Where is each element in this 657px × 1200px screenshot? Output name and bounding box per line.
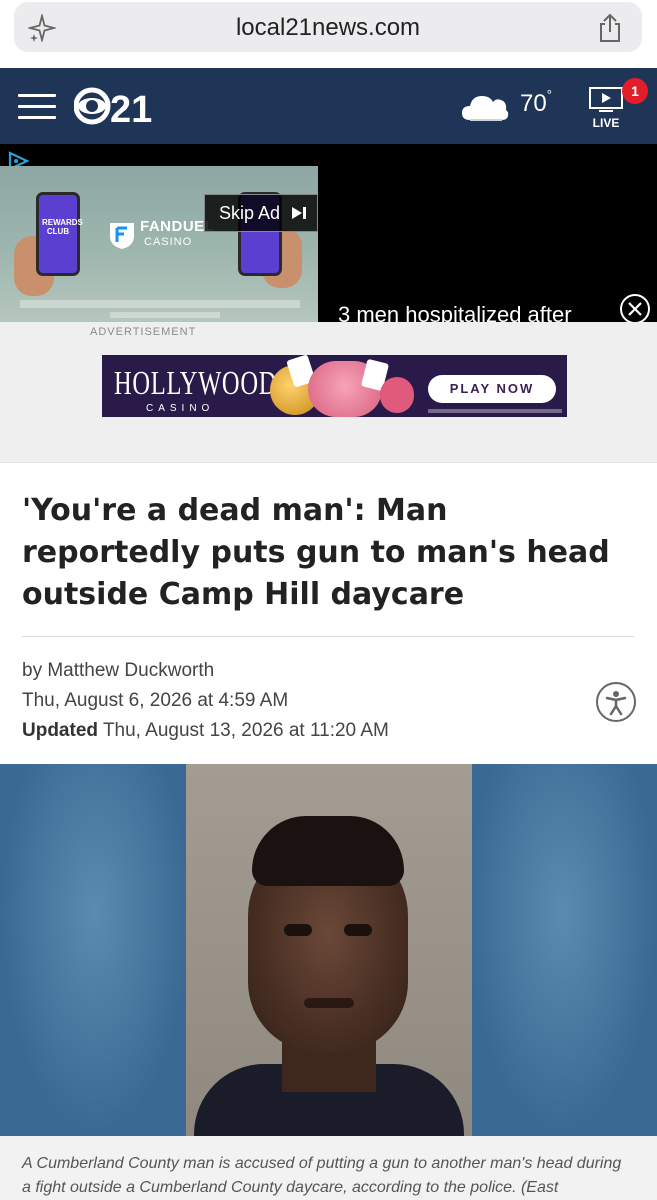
- address-bar[interactable]: local21news.com: [14, 2, 642, 52]
- accessibility-icon: [605, 691, 627, 716]
- article-photo[interactable]: [0, 764, 657, 1136]
- ad-phone-text: REWARDS CLUB: [42, 218, 83, 236]
- published-date: Thu, August 6, 2026 at 4:59 AM: [22, 690, 289, 711]
- menu-icon[interactable]: [18, 94, 56, 120]
- live-tv-icon: [589, 87, 623, 112]
- browser-toolbar: local21news.com: [0, 0, 657, 68]
- accessibility-button[interactable]: [596, 682, 636, 722]
- banner-brand-sub: CASINO: [146, 403, 215, 414]
- skip-ad-label: Skip Ad: [219, 203, 281, 223]
- ad-brand-sub: CASINO: [144, 236, 193, 248]
- piggy-bank-graphic: [380, 377, 414, 413]
- ad-disclaimer: [20, 300, 300, 308]
- site-header: 21 70° LIVE: [0, 68, 657, 144]
- cloud-icon[interactable]: [460, 88, 510, 124]
- caption-text: A Cumberland County man is accused of pu…: [22, 1155, 622, 1196]
- article-headline: 'You're a dead man': Man reportedly puts…: [22, 493, 610, 612]
- ad-container: ADVERTISEMENT HOLLYWOOD CASINO PLAY NOW: [0, 322, 657, 462]
- temperature-value: 70: [520, 90, 547, 117]
- byline[interactable]: by Matthew Duckworth: [22, 660, 214, 682]
- hollywood-casino-banner[interactable]: HOLLYWOOD CASINO PLAY NOW: [102, 355, 567, 417]
- video-ad-frame[interactable]: REWARDS CLUB FANDUEL CASINO: [0, 166, 318, 322]
- video-player[interactable]: REWARDS CLUB FANDUEL CASINO 3 men hospit…: [0, 144, 657, 393]
- close-video-button[interactable]: [620, 294, 650, 324]
- banner-fine-print: [428, 409, 562, 413]
- close-icon: [628, 302, 642, 316]
- skip-ad-button[interactable]: Skip Ad: [204, 194, 318, 232]
- divider: [0, 462, 657, 463]
- live-label: LIVE: [592, 116, 620, 130]
- fanduel-shield-icon: [110, 223, 134, 249]
- photo-background: [0, 764, 190, 1136]
- updated-date: Updated Thu, August 13, 2026 at 11:20 AM: [22, 720, 389, 742]
- cbs21-logo[interactable]: 21: [74, 84, 154, 128]
- notification-badge: 1: [622, 78, 648, 104]
- divider: [22, 636, 634, 637]
- photo-background: [467, 764, 657, 1136]
- temperature[interactable]: 70°: [520, 87, 552, 118]
- url-text[interactable]: local21news.com: [14, 14, 642, 42]
- updated-value: Thu, August 13, 2026 at 11:20 AM: [102, 720, 389, 741]
- updated-label: Updated: [22, 720, 98, 741]
- skip-forward-icon: [292, 207, 306, 219]
- banner-brand: HOLLYWOOD: [114, 365, 278, 402]
- ad-disclaimer-2: [110, 312, 220, 318]
- play-now-button[interactable]: PLAY NOW: [428, 375, 556, 403]
- share-icon[interactable]: [596, 13, 624, 43]
- logo-21-text: 21: [110, 89, 152, 128]
- mugshot: [186, 764, 472, 1136]
- advertisement-label: ADVERTISEMENT: [90, 326, 197, 338]
- photo-caption: A Cumberland County man is accused of pu…: [0, 1136, 657, 1200]
- temperature-unit: °: [546, 87, 552, 102]
